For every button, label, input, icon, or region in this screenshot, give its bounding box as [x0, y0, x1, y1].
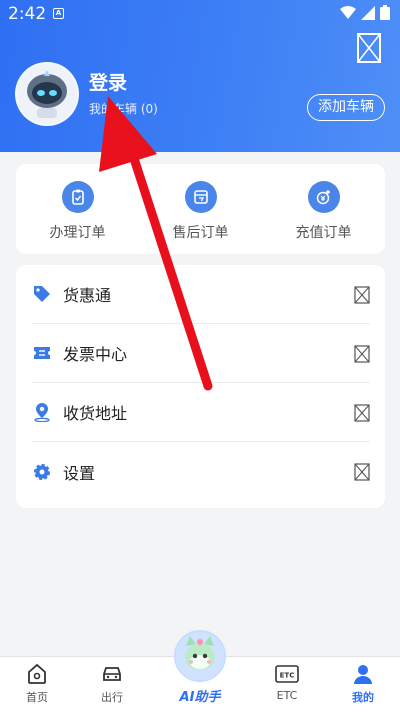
etc-icon-text: ETC	[280, 672, 295, 680]
clipboard-icon	[61, 181, 94, 213]
etc-card-icon: ETC	[275, 665, 299, 683]
yuan-coin-icon	[307, 181, 340, 213]
order-after-sales-label: 售后订单	[172, 225, 229, 241]
nav-travel[interactable]: 出行	[82, 663, 142, 705]
menu-label-huohuitong: 货惠通	[63, 286, 112, 305]
nav-travel-label: 出行	[101, 691, 123, 704]
orders-card: 办理订单 售后订单 充值订单	[16, 164, 385, 254]
location-pin-icon	[32, 402, 52, 422]
status-bar: 2:42 A	[0, 0, 400, 28]
chevron-right-icon	[354, 404, 370, 422]
ai-assistant-button[interactable]	[174, 630, 226, 682]
order-after-sales-button[interactable]: 售后订单	[139, 164, 262, 254]
order-recharge-button[interactable]: 充值订单	[262, 164, 385, 254]
menu-label-invoice-center: 发票中心	[63, 345, 128, 364]
nav-home-label: 首页	[26, 691, 48, 704]
nav-mine[interactable]: 我的	[333, 663, 393, 705]
chevron-right-icon	[354, 286, 370, 304]
profile-header: 2:42 A 登录 我的车辆 (0) 添加车辆	[0, 0, 400, 152]
tag-icon	[32, 284, 52, 304]
signal-icon	[361, 5, 375, 20]
robot-avatar-icon	[17, 64, 77, 124]
chevron-right-icon	[354, 463, 370, 481]
add-vehicle-button[interactable]: 添加车辆	[307, 94, 385, 121]
settings-menu-card: 货惠通 发票中心 收货地址 设置	[16, 265, 385, 508]
ticket-icon	[32, 343, 52, 363]
menu-item-settings[interactable]: 设置	[31, 442, 370, 501]
order-processing-button[interactable]: 办理订单	[16, 164, 139, 254]
status-time: 2:42	[8, 4, 47, 24]
scan-icon[interactable]	[357, 33, 381, 63]
order-recharge-label: 充值订单	[295, 225, 352, 241]
notification-icon: A	[53, 8, 64, 19]
user-icon	[354, 665, 372, 684]
nav-mine-label: 我的	[352, 691, 374, 704]
menu-item-huohuitong[interactable]: 货惠通	[31, 265, 370, 324]
battery-icon	[380, 5, 390, 20]
status-icons	[340, 5, 390, 20]
car-icon	[103, 667, 121, 681]
nav-ai-label[interactable]: AI助手	[174, 686, 226, 705]
menu-label-shipping-address: 收货地址	[63, 404, 128, 423]
chevron-right-icon	[354, 345, 370, 363]
ai-mascot-icon	[176, 632, 224, 680]
after-sales-icon	[184, 181, 217, 213]
nav-etc-label: ETC	[276, 689, 298, 702]
nav-home[interactable]: 首页	[7, 663, 67, 705]
avatar[interactable]	[15, 62, 79, 126]
menu-label-settings: 设置	[63, 463, 96, 483]
gear-icon	[32, 462, 52, 482]
wifi-icon	[340, 5, 356, 19]
menu-item-shipping-address[interactable]: 收货地址	[31, 383, 370, 442]
login-link[interactable]: 登录	[89, 68, 127, 95]
order-processing-label: 办理订单	[49, 225, 106, 241]
my-vehicles-link[interactable]: 我的车辆 (0)	[89, 100, 158, 117]
home-icon	[28, 663, 46, 684]
menu-item-invoice-center[interactable]: 发票中心	[31, 324, 370, 383]
nav-etc[interactable]: ETC ETC	[257, 663, 317, 702]
